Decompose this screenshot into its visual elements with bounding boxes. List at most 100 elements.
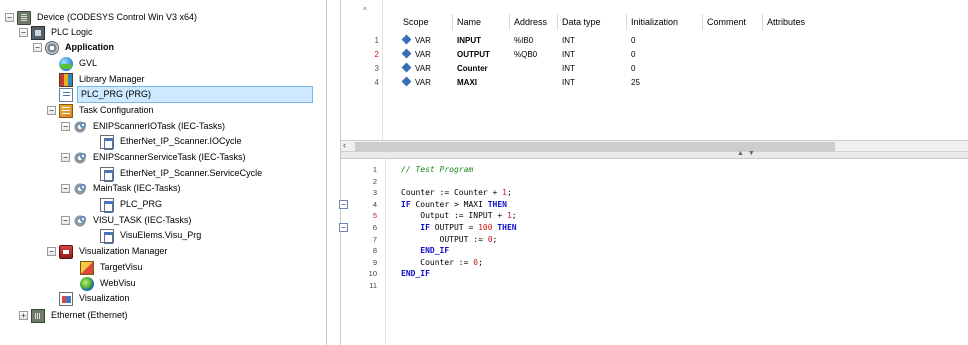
tree-node-main-task[interactable]: − MainTask (IEC-Tasks) — [61, 181, 183, 196]
fold-toggle-icon[interactable]: − — [339, 199, 348, 209]
tree-node-visu-task[interactable]: − VISU_TASK (IEC-Tasks) — [61, 213, 193, 228]
code-line[interactable]: 5 Output := INPUT + 1; — [341, 210, 968, 221]
name-cell[interactable]: OUTPUT — [457, 48, 490, 61]
table-row[interactable]: 1 VAR INPUT %IB0 INT 0 — [341, 34, 968, 47]
code-text[interactable]: IF OUTPUT = 100 THEN — [401, 222, 516, 233]
device-tree[interactable]: − Device (CODESYS Control Win V3 x64) − … — [0, 0, 327, 345]
code-line[interactable]: 2 — [341, 176, 968, 187]
task-gears-icon — [73, 119, 87, 134]
column-header-scope[interactable]: Scope — [399, 14, 453, 30]
init-cell[interactable]: 0 — [631, 34, 635, 47]
collapse-icon[interactable]: − — [19, 28, 28, 37]
code-text[interactable]: Counter := Counter + 1; — [401, 187, 512, 198]
code-text[interactable]: END_IF — [401, 245, 449, 256]
scope-cell[interactable]: VAR — [401, 48, 431, 61]
code-line[interactable]: 10 END_IF — [341, 268, 968, 279]
line-number: 7 — [372, 234, 377, 244]
column-header-data-type[interactable]: Data type — [558, 14, 627, 30]
code-text[interactable]: // Test Program — [401, 164, 473, 175]
init-cell[interactable]: 25 — [631, 76, 640, 89]
collapse-icon[interactable]: − — [33, 43, 42, 52]
fold-toggle-icon[interactable]: − — [339, 223, 348, 232]
tree-node-visualization-manager[interactable]: − Visualization Manager — [47, 244, 169, 259]
scroll-left-icon[interactable]: ‹ — [343, 140, 346, 150]
tree-label: PLC_PRG — [120, 199, 163, 209]
type-cell[interactable]: INT — [562, 34, 575, 47]
tree-label: ENIPScannerServiceTask (IEC-Tasks) — [93, 152, 246, 162]
declaration-horizontal-scrollbar[interactable]: ‹ — [341, 140, 968, 152]
tree-node-library-manager[interactable]: Library Manager — [59, 72, 147, 87]
code-line[interactable]: 3 Counter := Counter + 1; — [341, 187, 968, 198]
web-visu-icon — [80, 276, 94, 291]
tree-node-target-visu[interactable]: TargetVisu — [80, 260, 144, 275]
column-header-address[interactable]: Address — [510, 14, 558, 30]
code-line[interactable]: − 6 IF OUTPUT = 100 THEN — [339, 222, 968, 233]
scope-cell[interactable]: VAR — [401, 76, 431, 89]
program-call-icon — [100, 134, 114, 150]
code-text[interactable]: IF Counter > MAXI THEN — [401, 199, 507, 210]
editor-splitter[interactable]: ▲▼ — [341, 150, 968, 159]
name-cell[interactable]: MAXI — [457, 76, 477, 89]
code-text[interactable]: OUTPUT := 0; — [401, 234, 498, 245]
tree-node-device[interactable]: − Device (CODESYS Control Win V3 x64) — [5, 10, 199, 25]
tree-node-ethernet[interactable]: + Ethernet (Ethernet) — [19, 308, 130, 323]
code-text[interactable]: END_IF — [401, 268, 430, 279]
collapse-icon[interactable]: − — [5, 13, 14, 22]
table-row[interactable]: 4 VAR MAXI INT 25 — [341, 76, 968, 89]
collapse-icon[interactable]: − — [61, 122, 70, 131]
type-cell[interactable]: INT — [562, 48, 575, 61]
code-editor[interactable]: 1 // Test Program 2 3 Counter := Counter + 1… — [339, 159, 968, 345]
tree-node-enip-service-task[interactable]: − ENIPScannerServiceTask (IEC-Tasks) — [61, 150, 248, 165]
name-cell[interactable]: Counter — [457, 62, 488, 75]
code-line[interactable]: 1 // Test Program — [341, 164, 968, 175]
tree-label: PLC Logic — [51, 27, 93, 37]
type-cell[interactable]: INT — [562, 62, 575, 75]
scope-cell[interactable]: VAR — [401, 62, 431, 75]
collapse-icon[interactable]: − — [61, 153, 70, 162]
table-row[interactable]: 3 VAR Counter INT 0 — [341, 62, 968, 75]
collapse-icon[interactable]: − — [61, 184, 70, 193]
splitter-grip-icon[interactable]: ▲▼ — [737, 150, 759, 157]
variable-icon — [401, 76, 412, 87]
tree-node-plc-prg[interactable]: PLC_PRG (PRG) — [59, 86, 313, 103]
column-header-initialization[interactable]: Initialization — [627, 14, 703, 30]
name-cell[interactable]: INPUT — [457, 34, 481, 47]
code-text[interactable]: Counter := 0; — [401, 257, 483, 268]
tree-node-visualization[interactable]: Visualization — [59, 291, 131, 306]
declaration-table[interactable]: ^ Scope Name Address Data type Initializ… — [341, 0, 968, 140]
tree-label: MainTask (IEC-Tasks) — [93, 183, 181, 193]
tree-node-enip-io-task[interactable]: − ENIPScannerIOTask (IEC-Tasks) — [61, 119, 227, 134]
column-header-comment[interactable]: Comment — [703, 14, 763, 30]
tree-node-web-visu[interactable]: WebVisu — [80, 276, 138, 291]
init-cell[interactable]: 0 — [631, 48, 635, 61]
code-line[interactable]: 11 — [341, 280, 968, 291]
collapse-icon[interactable]: − — [47, 106, 56, 115]
address-cell[interactable]: %QB0 — [514, 48, 537, 61]
address-cell[interactable]: %IB0 — [514, 34, 533, 47]
tree-node-enip-io-call[interactable]: EtherNet_IP_Scanner.IOCycle — [100, 134, 244, 150]
tree-label: Device (CODESYS Control Win V3 x64) — [37, 12, 198, 22]
tree-node-application[interactable]: − Application — [33, 40, 116, 55]
code-line[interactable]: 9 Counter := 0; — [341, 257, 968, 268]
tree-node-task-configuration[interactable]: − Task Configuration — [47, 103, 156, 118]
init-cell[interactable]: 0 — [631, 62, 635, 75]
code-text[interactable]: Output := INPUT + 1; — [401, 210, 516, 221]
tree-node-gvl[interactable]: GVL — [59, 56, 99, 71]
collapse-icon[interactable]: − — [61, 216, 70, 225]
table-row[interactable]: 2 VAR OUTPUT %QB0 INT 0 — [341, 48, 968, 61]
tree-node-plc-logic[interactable]: − PLC Logic — [19, 25, 95, 40]
column-header-name[interactable]: Name — [453, 14, 510, 30]
scope-cell[interactable]: VAR — [401, 34, 431, 47]
tree-node-main-call[interactable]: PLC_PRG — [100, 197, 164, 213]
code-line[interactable]: − 4 IF Counter > MAXI THEN — [339, 199, 968, 210]
tree-node-visu-call[interactable]: VisuElems.Visu_Prg — [100, 228, 203, 244]
collapse-header-icon[interactable]: ^ — [363, 6, 367, 15]
expand-icon[interactable]: + — [19, 311, 28, 320]
type-cell[interactable]: INT — [562, 76, 575, 89]
column-header-attributes[interactable]: Attributes — [763, 14, 968, 30]
scrollbar-thumb[interactable] — [355, 142, 835, 151]
code-line[interactable]: 7 OUTPUT := 0; — [341, 234, 968, 245]
tree-node-enip-service-call[interactable]: EtherNet_IP_Scanner.ServiceCycle — [100, 166, 264, 182]
code-line[interactable]: 8 END_IF — [341, 245, 968, 256]
collapse-icon[interactable]: − — [47, 247, 56, 256]
